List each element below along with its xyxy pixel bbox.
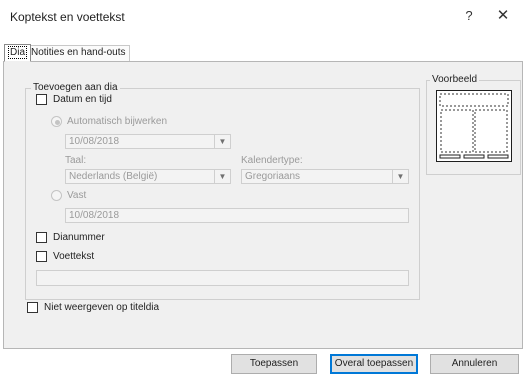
footer-checkbox[interactable] bbox=[36, 251, 47, 262]
auto-date-format-value: 10/08/2018 bbox=[69, 136, 120, 147]
dont-show-on-title-slide-label: Niet weergeven op titeldia bbox=[44, 302, 160, 313]
slide-number-label: Dianummer bbox=[53, 232, 105, 243]
language-select: Nederlands (België) ▼ bbox=[65, 169, 231, 184]
footer-text-input bbox=[36, 270, 409, 286]
calendar-type-select: Gregoriaans ▼ bbox=[241, 169, 409, 184]
apply-button[interactable]: Toepassen bbox=[231, 354, 317, 374]
calendar-type-value: Gregoriaans bbox=[245, 171, 301, 182]
auto-update-radio[interactable] bbox=[51, 116, 62, 127]
chevron-down-icon: ▼ bbox=[392, 170, 408, 183]
include-on-slide-legend: Toevoegen aan dia bbox=[31, 82, 120, 93]
fixed-radio[interactable] bbox=[51, 190, 62, 201]
cancel-button[interactable]: Annuleren bbox=[430, 354, 519, 374]
chevron-down-icon: ▼ bbox=[214, 135, 230, 148]
date-time-label: Datum en tijd bbox=[53, 94, 112, 105]
tab-notes-handouts[interactable]: Notities en hand-outs bbox=[27, 45, 130, 61]
dialog-title: Koptekst en voettekst bbox=[10, 10, 125, 24]
dont-show-on-title-slide-checkbox[interactable] bbox=[27, 302, 38, 313]
slide-layout-preview-graphic bbox=[439, 93, 509, 159]
tab-dia[interactable]: Dia bbox=[4, 44, 32, 62]
language-label: Taal: bbox=[65, 155, 87, 166]
preview-legend: Voorbeeld bbox=[430, 74, 480, 85]
fixed-date-input: 10/08/2018 bbox=[65, 208, 409, 223]
language-value: Nederlands (België) bbox=[69, 171, 158, 182]
close-button[interactable]: ✕ bbox=[492, 6, 514, 26]
footer-label: Voettekst bbox=[53, 251, 95, 262]
calendar-type-label: Kalendertype: bbox=[241, 155, 303, 166]
slide-layout-preview-icon bbox=[436, 90, 512, 162]
auto-update-label: Automatisch bijwerken bbox=[67, 116, 168, 127]
slide-number-checkbox[interactable] bbox=[36, 232, 47, 243]
chevron-down-icon: ▼ bbox=[214, 170, 230, 183]
tab-dia-label: Dia bbox=[8, 46, 28, 59]
help-button[interactable]: ? bbox=[459, 6, 479, 26]
apply-all-button[interactable]: Overal toepassen bbox=[330, 354, 418, 374]
auto-date-format-select: 10/08/2018 ▼ bbox=[65, 134, 231, 149]
fixed-label: Vast bbox=[67, 190, 87, 201]
date-time-checkbox[interactable] bbox=[36, 94, 47, 105]
